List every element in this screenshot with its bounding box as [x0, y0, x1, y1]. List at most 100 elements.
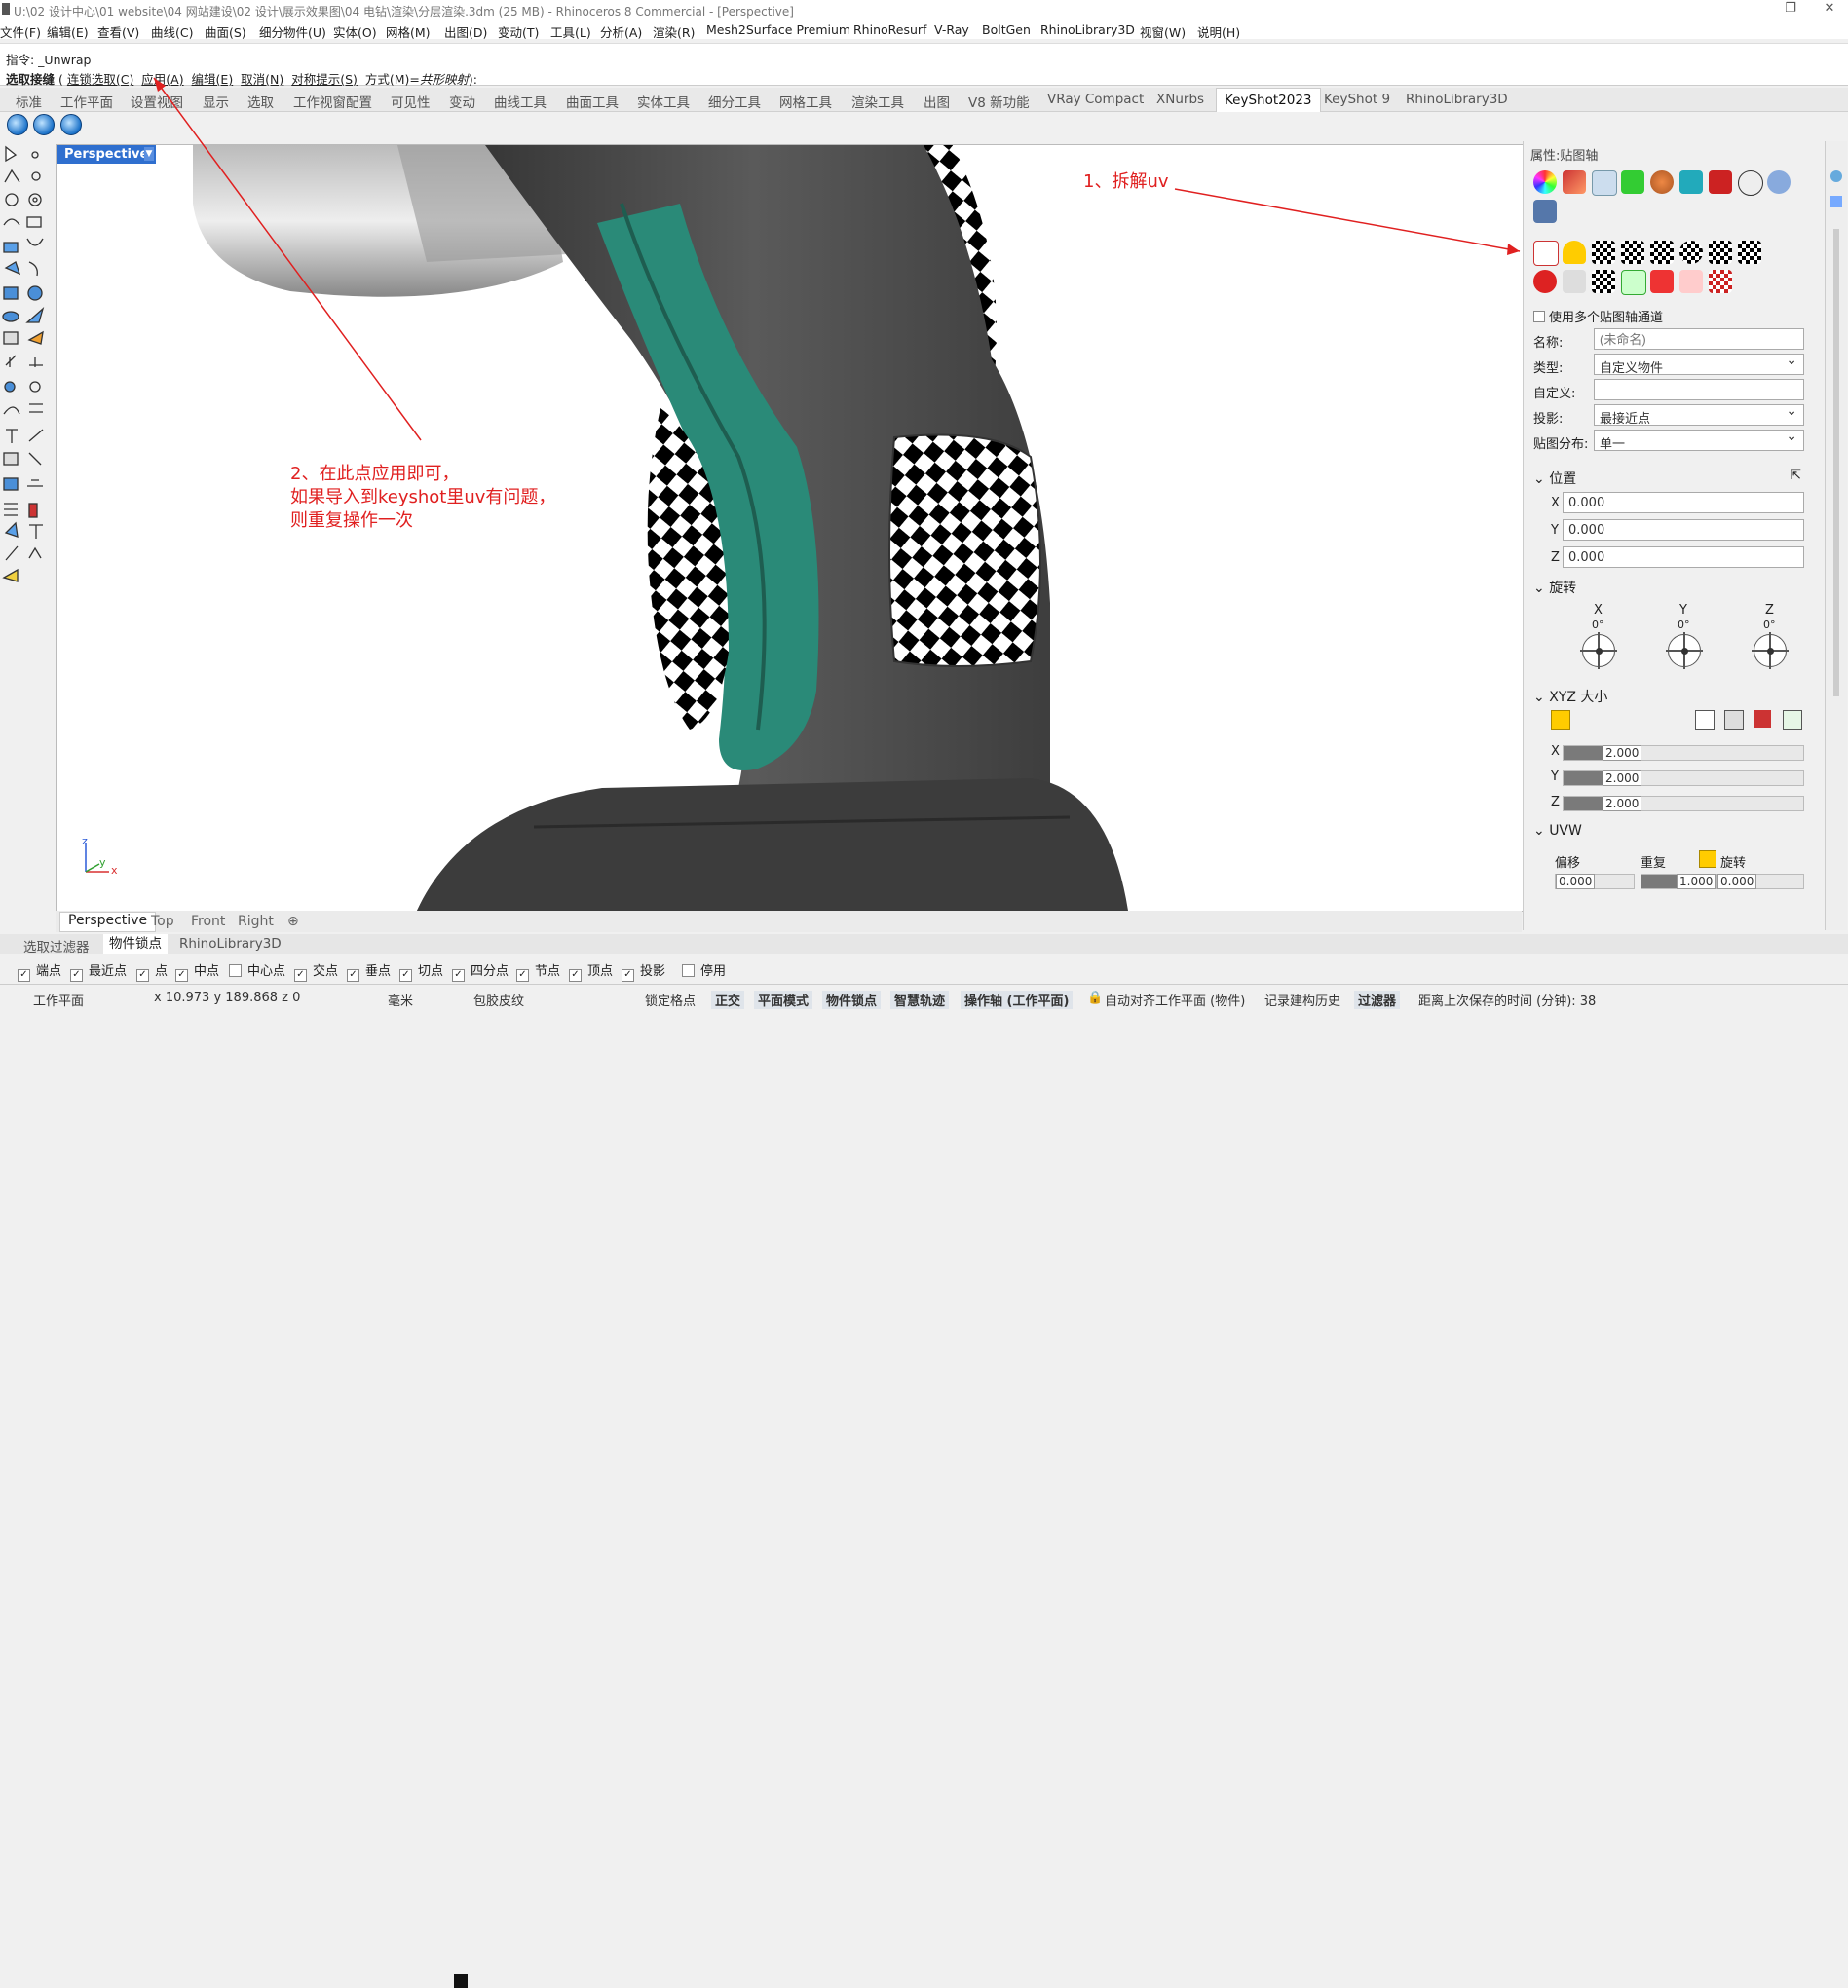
uv-editor-icon[interactable] [1709, 270, 1732, 293]
option-cancel[interactable]: 取消(N) [241, 72, 283, 87]
pos-z-input[interactable]: 0.000 [1563, 546, 1804, 568]
tab-subd-tools[interactable]: 细分工具 [708, 92, 761, 111]
menu-boltgen[interactable]: BoltGen [982, 22, 1031, 37]
tab-curve-tools[interactable]: 曲线工具 [494, 92, 547, 111]
texture-mapping-icon[interactable] [1592, 170, 1617, 196]
mapping-axes-icon[interactable] [1679, 270, 1703, 293]
uvw-offset-slider[interactable]: 0.000 [1555, 874, 1635, 889]
menu-analyze[interactable]: 分析(A) [600, 22, 642, 41]
snap-near[interactable]: ✓ 最近点 [70, 960, 127, 982]
remove-mapping-icon[interactable] [1533, 270, 1557, 293]
multi-channel-checkbox[interactable]: 使用多个贴图轴通道 [1533, 307, 1663, 325]
material-icon[interactable] [1533, 170, 1557, 194]
checkbox-icon[interactable]: ✓ [516, 969, 529, 982]
paint-mapping-icon[interactable] [1563, 270, 1586, 293]
uvw-repeat-slider[interactable]: 1.000 [1641, 874, 1716, 889]
snap-end[interactable]: ✓ 端点 [18, 960, 61, 982]
menu-edit[interactable]: 编辑(E) [47, 22, 89, 41]
snap-point[interactable]: ✓ 点 [136, 960, 168, 982]
tab-rhinolibrary-panel[interactable]: RhinoLibrary3D [179, 936, 282, 952]
uvw-section[interactable]: ⌄ UVW [1533, 823, 1582, 839]
box-mapping-2-icon[interactable] [1650, 241, 1674, 264]
snap-quad[interactable]: ✓ 四分点 [452, 960, 509, 982]
match-mapping-icon[interactable] [1650, 270, 1674, 293]
uvw-offset-value[interactable]: 0.000 [1556, 874, 1596, 889]
menu-file[interactable]: 文件(F) [0, 22, 41, 41]
viewport-tab-perspective[interactable]: Perspective [59, 912, 157, 932]
tab-setview[interactable]: 设置视图 [131, 92, 183, 111]
rot-x-dial-icon[interactable] [1580, 632, 1617, 669]
menu-rhinolibrary[interactable]: RhinoLibrary3D [1040, 22, 1135, 37]
tab-cplanes[interactable]: 工作平面 [60, 92, 113, 111]
checkbox-icon[interactable]: ✓ [569, 969, 582, 982]
status-lock-grid[interactable]: 锁定格点 [645, 991, 696, 1009]
panel-scrollbar[interactable] [1833, 229, 1839, 696]
status-ortho[interactable]: 正交 [711, 991, 745, 1009]
snap-perp[interactable]: ✓ 垂点 [347, 960, 391, 982]
menu-window[interactable]: 视窗(W) [1140, 22, 1186, 41]
uvw-rotate-value[interactable]: 0.000 [1717, 874, 1757, 889]
checkbox-icon[interactable]: ✓ [622, 969, 634, 982]
layer-color-swatch[interactable] [454, 1974, 468, 1988]
tab-vray-compact[interactable]: VRay Compact [1047, 92, 1144, 107]
tab-render-tools[interactable]: 渲染工具 [851, 92, 904, 111]
size-section[interactable]: ⌄ XYZ 大小 [1533, 687, 1607, 706]
menu-transform[interactable]: 变动(T) [498, 22, 539, 41]
sphere-icon[interactable] [1767, 170, 1791, 194]
drill-model-render[interactable] [57, 145, 1523, 911]
snap-project[interactable]: ✓ 投影 [622, 960, 665, 982]
menu-drafting[interactable]: 出图(D) [444, 22, 487, 41]
size-cube-2-icon[interactable] [1724, 710, 1744, 730]
menu-surface[interactable]: 曲面(S) [205, 22, 246, 41]
viewport-tab-right[interactable]: Right [238, 914, 274, 929]
tab-mesh-tools[interactable]: 网格工具 [779, 92, 832, 111]
close-button[interactable]: ✕ [1812, 0, 1847, 19]
snap-tan[interactable]: ✓ 切点 [399, 960, 443, 982]
checkbox-icon[interactable]: ✓ [294, 969, 307, 982]
menu-subd[interactable]: 细分物件(U) [259, 22, 326, 41]
tab-standard[interactable]: 标准 [16, 92, 42, 111]
uvw-repeat-value[interactable]: 1.000 [1677, 874, 1716, 889]
menu-mesh[interactable]: 网格(M) [386, 22, 431, 41]
checkbox-icon[interactable]: ✓ [452, 969, 465, 982]
option-edit[interactable]: 编辑(E) [192, 72, 234, 87]
displacement-icon[interactable] [1621, 170, 1644, 194]
status-osnap[interactable]: 物件锁点 [822, 991, 882, 1009]
option-symmetry[interactable]: 对称提示(S) [291, 72, 358, 87]
size-cube-icon[interactable] [1695, 710, 1715, 730]
size-z-slider[interactable]: 2.000 [1563, 796, 1804, 811]
menu-solid[interactable]: 实体(O) [333, 22, 377, 41]
cylinder-icon[interactable] [1533, 200, 1557, 223]
unwrap-uv-icon[interactable] [1533, 241, 1559, 266]
tab-drafting[interactable]: 出图 [924, 92, 950, 111]
menu-view[interactable]: 查看(V) [97, 22, 139, 41]
menu-tools[interactable]: 工具(L) [550, 22, 591, 41]
spherical-mapping-icon[interactable] [1679, 241, 1703, 264]
size-x-value[interactable]: 2.000 [1603, 745, 1642, 761]
menu-curve[interactable]: 曲线(C) [151, 22, 193, 41]
checkbox-icon[interactable]: ✓ [347, 969, 359, 982]
tab-solid-tools[interactable]: 实体工具 [637, 92, 690, 111]
decal-icon[interactable] [1563, 170, 1586, 194]
status-filter[interactable]: 过滤器 [1354, 991, 1401, 1009]
tab-viewport-layout[interactable]: 工作视窗配置 [293, 92, 372, 111]
shadow-icon[interactable] [1650, 170, 1674, 194]
checkbox-icon[interactable] [1533, 311, 1545, 322]
menu-vray[interactable]: V-Ray [934, 22, 969, 37]
name-input[interactable] [1594, 328, 1804, 350]
tab-surface-tools[interactable]: 曲面工具 [566, 92, 619, 111]
viewport-title[interactable]: Perspective ▼ [57, 145, 156, 164]
planar-mapping-icon[interactable] [1592, 241, 1615, 264]
viewport-tab-front[interactable]: Front [191, 914, 225, 929]
status-units[interactable]: 毫米 [388, 991, 413, 1009]
size-z-value[interactable]: 2.000 [1603, 796, 1642, 811]
rotation-section[interactable]: ⌄ 旋转 [1533, 578, 1576, 597]
uvw-rotate-slider[interactable]: 0.000 [1716, 874, 1804, 889]
status-gumball[interactable]: 操作轴 (工作平面) [961, 991, 1074, 1009]
status-cplane[interactable]: 工作平面 [33, 991, 84, 1009]
status-autoalign[interactable]: 自动对齐工作平面 (物件) [1105, 991, 1245, 1009]
lock-repeat-icon[interactable] [1699, 850, 1716, 868]
size-fit-icon[interactable] [1783, 710, 1802, 730]
snap-cen[interactable]: 中心点 [229, 960, 285, 979]
status-history[interactable]: 记录建构历史 [1264, 991, 1340, 1009]
